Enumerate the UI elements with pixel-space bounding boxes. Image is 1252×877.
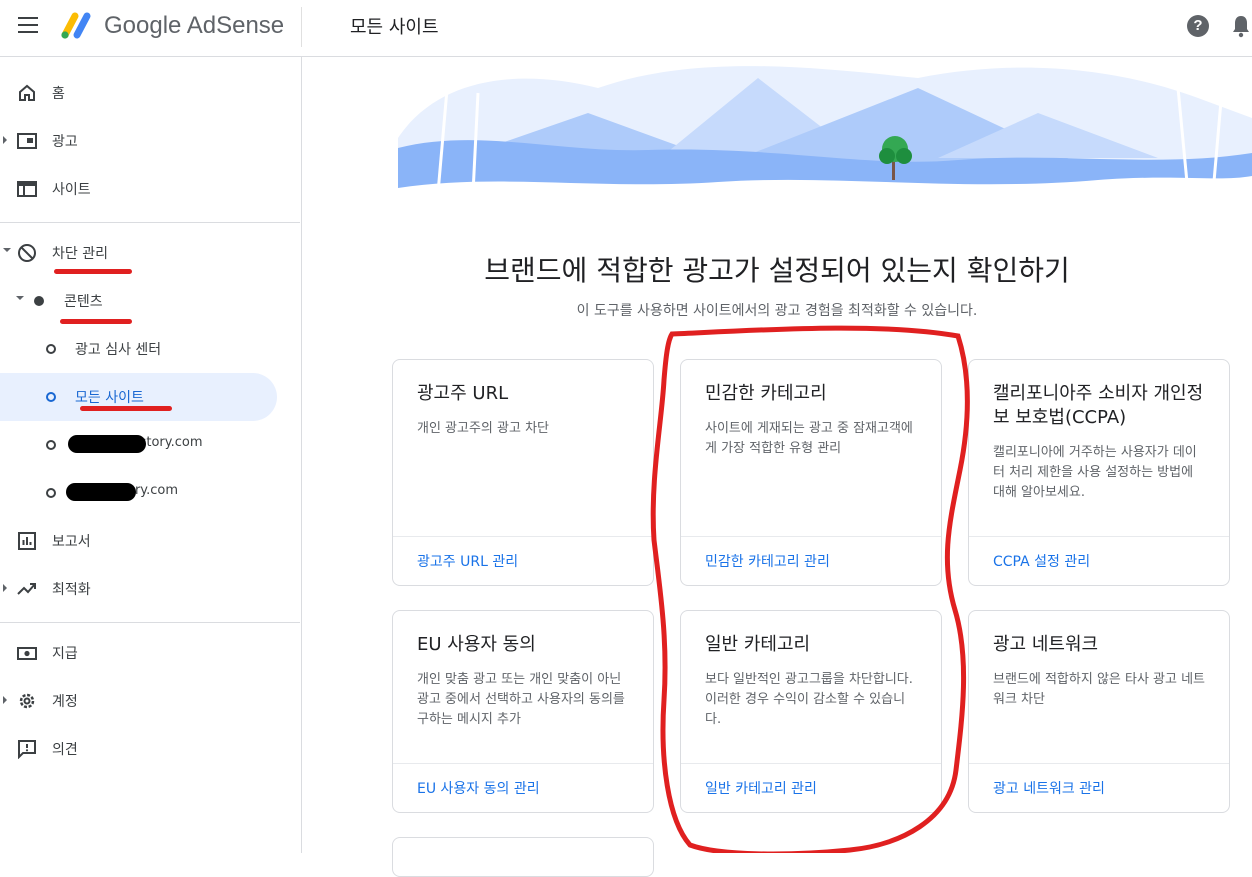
sidebar-item-sites[interactable]: 사이트 <box>0 165 300 213</box>
sidebar-item-ad-review-center[interactable]: 광고 심사 센터 <box>0 325 300 373</box>
card-description: 사이트에 게재되는 광고 중 잠재고객에게 가장 적합한 유형 관리 <box>705 421 913 456</box>
ring-bullet-icon <box>46 440 56 450</box>
sidebar-item-label: 사이트 <box>52 182 91 198</box>
collapse-caret-icon[interactable] <box>3 248 11 252</box>
card-divider <box>393 536 653 537</box>
manage-ad-networks-link[interactable]: 광고 네트워크 관리 <box>993 778 1105 798</box>
sidebar-item-label: 보고서 <box>52 534 91 550</box>
sidebar-item-site[interactable]: istory.com <box>0 421 300 469</box>
card-ad-networks: 광고 네트워크 브랜드에 적합하지 않은 타사 광고 네트워크 차단 광고 네트… <box>968 610 1230 813</box>
sidebar-item-label: 광고 심사 센터 <box>75 342 162 358</box>
sidebar-item-payments[interactable]: 지급 <box>0 629 300 677</box>
card-title: 민감한 카테고리 <box>705 383 827 404</box>
sidebar-item-content[interactable]: 콘텐츠 <box>0 277 300 325</box>
sidebar-item-all-sites[interactable]: 모든 사이트 <box>0 373 300 421</box>
sidebar-item-label: 모든 사이트 <box>75 390 144 406</box>
menu-icon[interactable] <box>18 17 38 33</box>
manage-sensitive-categories-link[interactable]: 민감한 카테고리 관리 <box>705 551 830 571</box>
feedback-icon <box>18 740 36 759</box>
card-description: 개인 광고주의 광고 차단 <box>417 421 549 436</box>
sidebar-item-account[interactable]: 계정 <box>0 677 300 725</box>
expand-caret-icon[interactable] <box>3 584 7 592</box>
help-icon[interactable]: ? <box>1187 15 1209 37</box>
sidebar-item-feedback[interactable]: 의견 <box>0 725 300 773</box>
card-general-categories: 일반 카테고리 보다 일반적인 광고그룹을 차단합니다. 이러한 경우 수익이 … <box>680 610 942 813</box>
payments-icon <box>17 647 37 660</box>
sidebar-divider <box>0 622 300 623</box>
header-divider <box>301 7 302 47</box>
card-title: 광고주 URL <box>417 383 509 404</box>
app-name: Google AdSense <box>104 12 285 39</box>
card-description: 캘리포니아에 거주하는 사용자가 데이터 처리 제한을 사용 설정하는 방법에 … <box>993 445 1197 500</box>
adsense-logo-icon <box>61 12 91 39</box>
block-icon <box>18 244 36 262</box>
home-icon <box>19 84 35 101</box>
page-title: 모든 사이트 <box>350 17 439 38</box>
sidebar-item-label: 광고 <box>52 134 78 150</box>
card-title: 일반 카테고리 <box>705 634 811 655</box>
annotation-underline <box>54 269 132 274</box>
card-ccpa: 캘리포니아주 소비자 개인정보 보호법(CCPA) 캘리포니아에 거주하는 사용… <box>968 359 1230 586</box>
collapse-caret-icon[interactable] <box>16 296 24 300</box>
redaction-mark <box>66 483 136 501</box>
card-divider <box>969 763 1229 764</box>
reports-icon <box>18 532 36 550</box>
sidebar-divider <box>0 222 300 223</box>
sidebar-item-label: 차단 관리 <box>52 246 108 262</box>
ads-icon <box>17 133 37 149</box>
expand-caret-icon[interactable] <box>3 136 7 144</box>
sidebar-item-label: 지급 <box>52 646 78 662</box>
card-description: 개인 맞춤 광고 또는 개인 맞춤이 아닌 광고 중에서 선택하고 사용자의 동… <box>417 672 625 727</box>
card-divider <box>969 536 1229 537</box>
annotation-underline <box>80 406 172 411</box>
ring-bullet-icon <box>46 344 56 354</box>
card-description: 보다 일반적인 광고그룹을 차단합니다. 이러한 경우 수익이 감소할 수 있습… <box>705 672 913 727</box>
card-title: 광고 네트워크 <box>993 634 1099 655</box>
hero-illustration <box>398 66 1252 193</box>
card-eu-user-consent: EU 사용자 동의 개인 맞춤 광고 또는 개인 맞춤이 아닌 광고 중에서 선… <box>392 610 654 813</box>
card-title: EU 사용자 동의 <box>417 634 536 655</box>
manage-eu-consent-link[interactable]: EU 사용자 동의 관리 <box>417 778 540 798</box>
sidebar: 홈 광고 사이트 차단 관리 콘텐츠 광고 심사 센터 모든 사이트 istor… <box>0 57 302 853</box>
sidebar-item-optimization[interactable]: 최적화 <box>0 565 300 613</box>
card-title: 캘리포니아주 소비자 개인정보 보호법(CCPA) <box>993 383 1204 428</box>
sidebar-item-label: 홈 <box>52 86 65 102</box>
manage-advertiser-url-link[interactable]: 광고주 URL 관리 <box>417 551 518 571</box>
sidebar-item-reports[interactable]: 보고서 <box>0 517 300 565</box>
sites-icon <box>17 181 37 197</box>
sidebar-item-ads[interactable]: 광고 <box>0 117 300 165</box>
card-partial <box>392 837 654 877</box>
page-headline: 브랜드에 적합한 광고가 설정되어 있는지 확인하기 <box>484 254 1070 287</box>
bell-icon[interactable] <box>1231 14 1251 38</box>
expand-caret-icon[interactable] <box>3 696 7 704</box>
sidebar-item-label: 최적화 <box>52 582 91 598</box>
sidebar-item-blocking[interactable]: 차단 관리 <box>0 229 300 277</box>
sidebar-item-label: 의견 <box>52 742 78 758</box>
manage-general-categories-link[interactable]: 일반 카테고리 관리 <box>705 778 817 798</box>
redaction-mark <box>68 435 146 453</box>
ring-bullet-icon <box>46 488 56 498</box>
manage-ccpa-link[interactable]: CCPA 설정 관리 <box>993 551 1090 571</box>
gear-icon <box>19 693 35 709</box>
card-divider <box>681 763 941 764</box>
sidebar-item-label: 콘텐츠 <box>64 294 103 310</box>
card-sensitive-categories: 민감한 카테고리 사이트에 게재되는 광고 중 잠재고객에게 가장 적합한 유형… <box>680 359 942 586</box>
annotation-underline <box>60 319 132 324</box>
card-divider <box>681 536 941 537</box>
card-divider <box>393 763 653 764</box>
bullet-icon <box>34 296 44 306</box>
trending-icon <box>17 583 36 595</box>
ring-bullet-icon <box>46 392 56 402</box>
card-advertiser-url: 광고주 URL 개인 광고주의 광고 차단 광고주 URL 관리 <box>392 359 654 586</box>
card-description: 브랜드에 적합하지 않은 타사 광고 네트워크 차단 <box>993 672 1206 707</box>
sidebar-item-home[interactable]: 홈 <box>0 69 300 117</box>
sidebar-item-label: 계정 <box>52 694 78 710</box>
top-app-bar: Google AdSense 모든 사이트 ? <box>0 0 1252 57</box>
page-subheadline: 이 도구를 사용하면 사이트에서의 광고 경험을 최적화할 수 있습니다. <box>576 303 978 319</box>
sidebar-item-site[interactable]: ory.com <box>0 469 300 517</box>
